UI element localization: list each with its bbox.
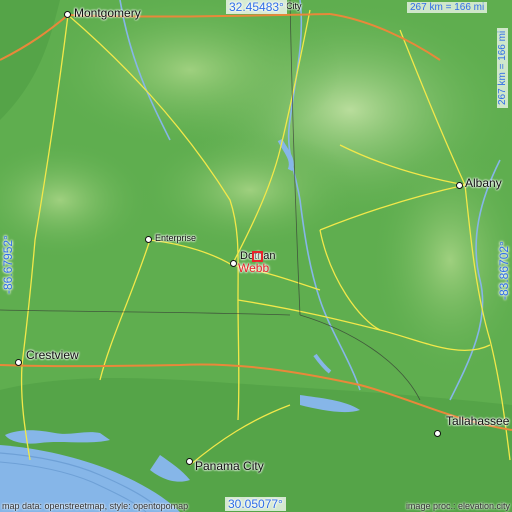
city-label-montgomery[interactable]: Montgomery: [74, 6, 141, 20]
albany-dot: [456, 182, 463, 189]
montgomery-dot: [64, 11, 71, 18]
scale-horizontal: 267 km = 166 mi: [407, 2, 488, 13]
panama-city-dot: [186, 458, 193, 465]
city-label-partial: City: [286, 1, 302, 11]
coordinate-top: 32.45483°: [226, 0, 287, 14]
city-label-crestview[interactable]: Crestview: [26, 348, 79, 362]
tallahassee-dot: [434, 430, 441, 437]
coordinate-right: -83.86702°: [497, 241, 511, 300]
map-data-credit: map data: openstreetmap, style: opentopo…: [2, 501, 189, 511]
dothan-dot: [230, 260, 237, 267]
enterprise-dot: [145, 236, 152, 243]
city-label-tallahassee[interactable]: Tallahassee: [446, 414, 509, 428]
coordinate-bottom: 30.05077°: [225, 497, 286, 511]
highlighted-place-label[interactable]: Webb: [238, 261, 269, 275]
city-label-enterprise[interactable]: Enterprise: [155, 233, 196, 243]
coordinate-left: -86.67952°: [1, 235, 15, 294]
city-label-albany[interactable]: Albany: [465, 176, 502, 190]
city-label-panama-city[interactable]: Panama City: [195, 459, 264, 473]
crestview-dot: [15, 359, 22, 366]
image-processing-credit: image proc.: elevation.city: [405, 501, 510, 511]
scale-vertical: 267 km = 166 mi: [497, 27, 508, 108]
